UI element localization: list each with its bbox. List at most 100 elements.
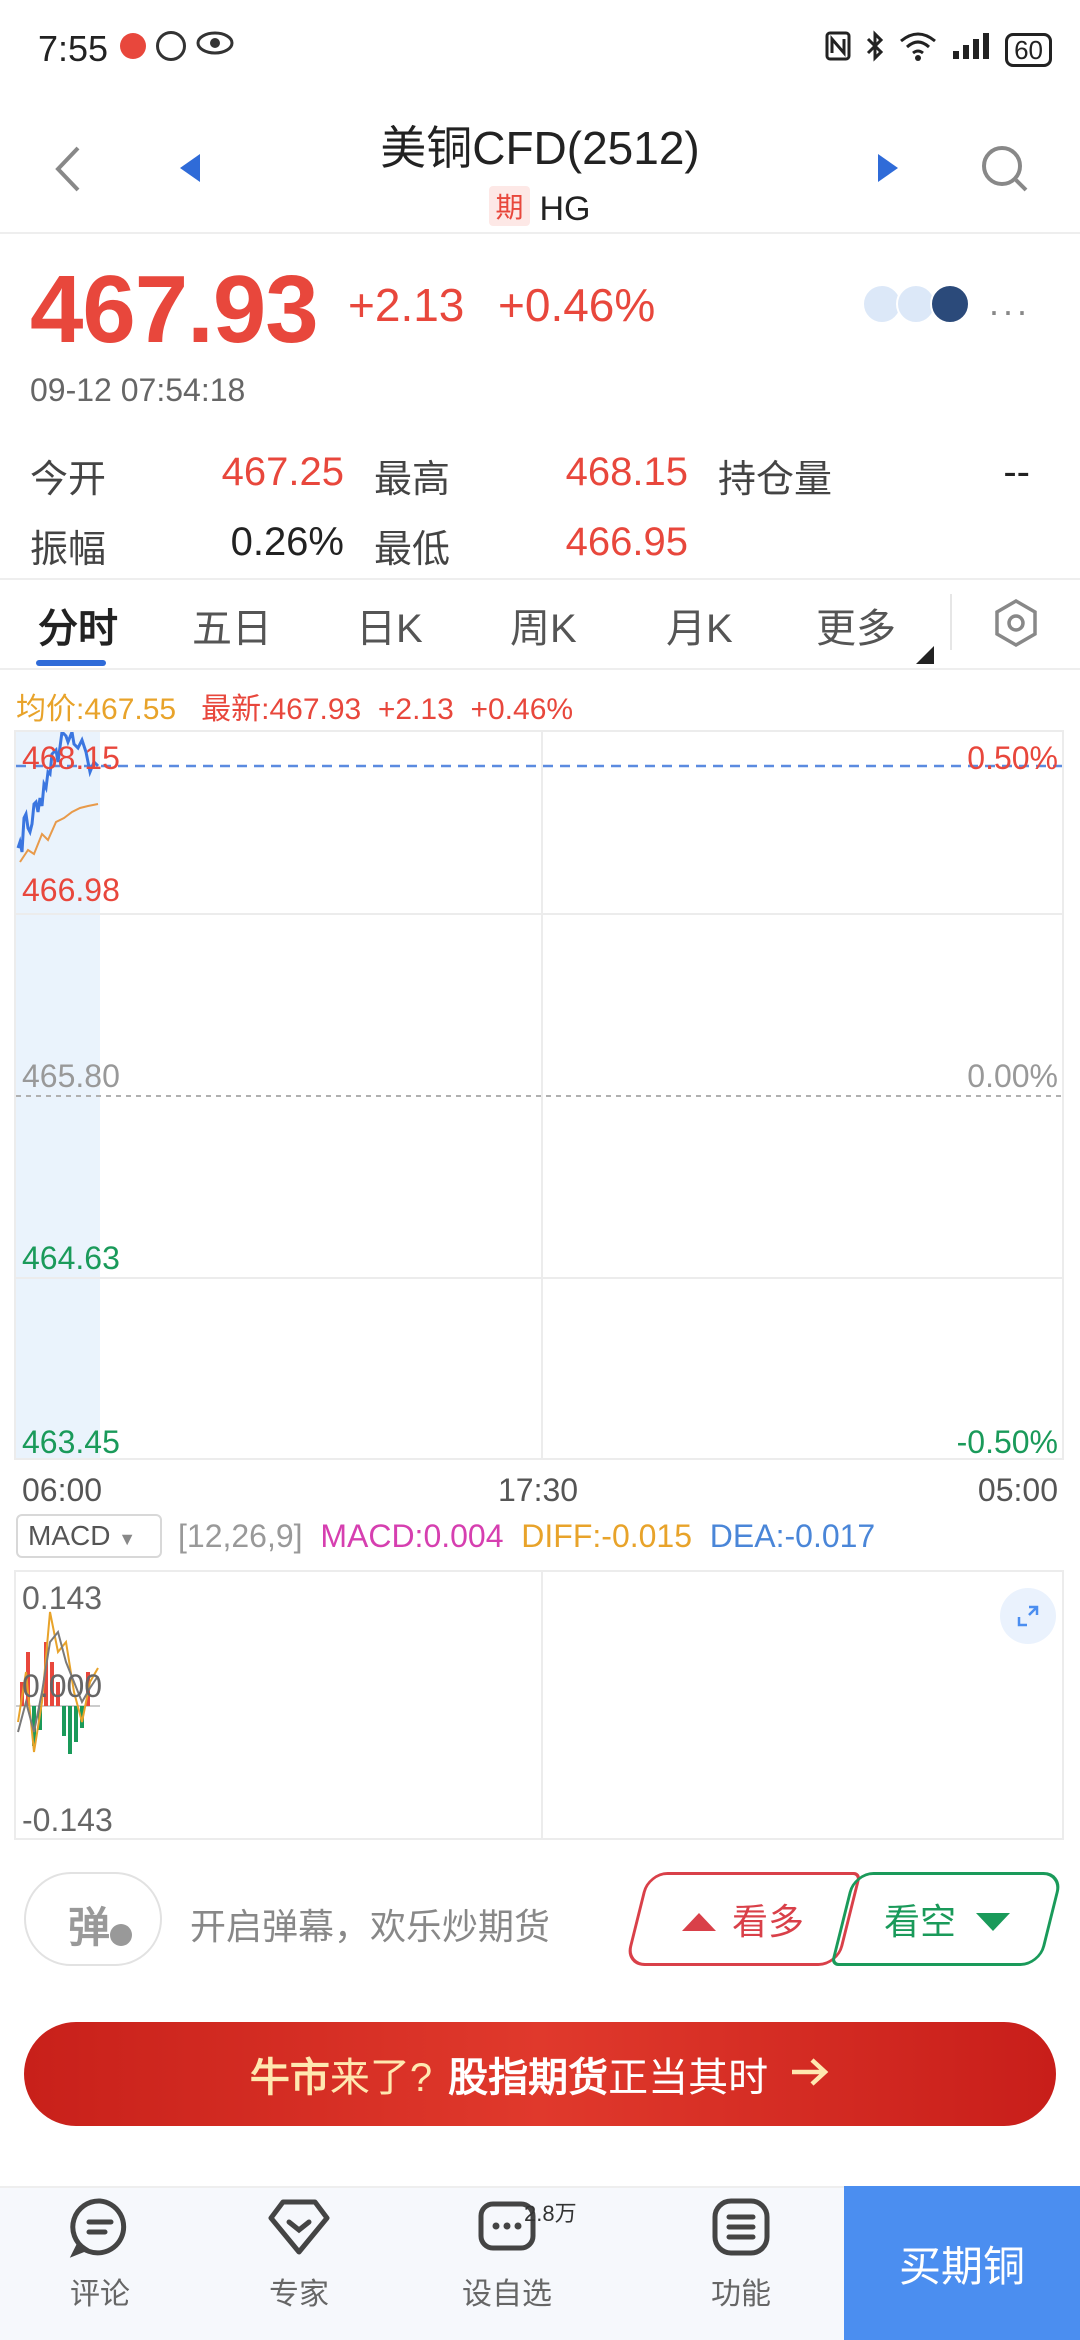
amplitude-value: 0.26% — [230, 520, 344, 564]
search-icon[interactable] — [980, 144, 1030, 199]
high-value: 468.15 — [565, 450, 688, 494]
tab-weekly-k[interactable]: 周K — [510, 596, 577, 654]
wifi-icon — [899, 31, 937, 68]
y-axis-label-low: 463.45 — [22, 1424, 120, 1460]
x-axis-label-start: 06:00 — [22, 1472, 103, 1508]
nav-expert[interactable]: 专家 — [224, 2196, 374, 2313]
bearish-label: 看空 — [883, 1901, 956, 1942]
high-label: 最高 — [374, 459, 451, 501]
contract-code: 期 HG — [0, 186, 1080, 229]
macd-y-label-low: -0.143 — [22, 1802, 113, 1838]
signal-icon — [951, 31, 991, 68]
tab-divider — [950, 594, 952, 650]
notification-icons — [120, 30, 234, 61]
nfc-notification-icon — [156, 30, 186, 61]
nav-expert-label: 专家 — [269, 2278, 329, 2311]
quote-divider — [0, 578, 1080, 580]
danmu-off-icon — [110, 1924, 132, 1946]
chevron-down-icon: ▼ — [118, 1529, 137, 1549]
bullish-label: 看多 — [731, 1901, 804, 1942]
pct-axis-label-high: 0.50% — [967, 740, 1058, 776]
page-title: 美铜CFD(2512) — [380, 122, 700, 174]
price-change-pct: +0.46% — [498, 279, 656, 331]
dea-value: DEA:-0.017 — [709, 1518, 876, 1554]
banner-text-3: 股指期货 — [448, 2056, 609, 2100]
chart-legend: 均价:467.55 最新:467.93 +2.13 +0.46% — [16, 684, 573, 728]
open-interest-value: -- — [1003, 450, 1030, 494]
status-time: 7:55 — [38, 28, 109, 69]
tab-more[interactable]: 更多 — [816, 596, 896, 654]
quote-time: 09-12 07:54:18 — [30, 372, 246, 408]
eye-icon — [196, 30, 234, 61]
arrow-right-icon — [790, 2052, 830, 2097]
x-axis-label-mid: 17:30 — [498, 1472, 579, 1508]
header-divider — [0, 232, 1080, 234]
system-status-icons: 60 — [825, 30, 1052, 69]
app-notification-icon — [120, 32, 146, 59]
legend-latest: 最新:467.93 — [201, 693, 362, 726]
tab-daily-k[interactable]: 日K — [356, 596, 423, 654]
indicator-label: MACD — [28, 1520, 111, 1551]
open-value: 467.25 — [221, 450, 344, 494]
nav-watch-label: 设自选 — [462, 2278, 552, 2311]
tab-intraday[interactable]: 分时 — [38, 596, 118, 654]
next-contract-icon[interactable] — [876, 152, 900, 189]
legend-avg-price: 均价:467.55 — [16, 693, 177, 726]
indicator-selector[interactable]: MACD ▼ — [16, 1514, 162, 1558]
social-avatars[interactable] — [862, 284, 970, 324]
banner-text-2: 来了? — [329, 2056, 433, 2100]
comment-icon — [69, 2196, 131, 2263]
more-dropdown-icon — [916, 646, 934, 669]
menu-icon — [710, 2196, 772, 2263]
macd-chart[interactable] — [14, 1570, 1064, 1840]
y-axis-label-high: 468.15 — [22, 740, 120, 776]
nfc-icon — [825, 31, 851, 68]
battery-indicator: 60 — [1005, 32, 1052, 67]
macd-y-label-high: 0.143 — [22, 1580, 103, 1616]
open-label: 今开 — [30, 459, 107, 501]
bluetooth-icon — [865, 30, 885, 69]
open-interest-label: 持仓量 — [718, 459, 833, 501]
pct-axis-label-low: -0.50% — [956, 1424, 1058, 1460]
triangle-up-icon — [681, 1898, 716, 1940]
nav-func-label: 功能 — [711, 2278, 771, 2311]
bullish-button[interactable]: 看多 — [624, 1872, 862, 1966]
last-price: 467.93 — [30, 256, 319, 363]
tab-monthly-k[interactable]: 月K — [666, 596, 733, 654]
triangle-down-icon — [976, 1898, 1010, 1940]
macd-y-label-mid: 0.000 — [22, 1668, 103, 1704]
nav-comment[interactable]: 评论 — [25, 2196, 175, 2313]
intraday-chart[interactable] — [14, 730, 1064, 1460]
price-change: +2.13 — [348, 279, 465, 331]
banner-text-4: 正当其时 — [608, 2056, 769, 2100]
futures-tag: 期 — [489, 186, 530, 226]
diff-value: DIFF:-0.015 — [521, 1518, 693, 1554]
nav-functions[interactable]: 功能 — [666, 2196, 816, 2313]
active-tab-indicator — [36, 660, 106, 666]
tabs-divider — [0, 668, 1080, 670]
promo-banner[interactable]: 牛市 来了? 股指期货 正当其时 — [24, 2022, 1056, 2126]
low-value: 466.95 — [565, 520, 688, 564]
bearish-button[interactable]: 看空 — [830, 1872, 1064, 1966]
user-avatar — [930, 284, 970, 324]
macd-params: [12,26,9] — [178, 1518, 303, 1554]
danmu-prompt: 开启弹幕，欢乐炒期货 — [190, 1906, 551, 1947]
y-axis-label-mid: 465.80 — [22, 1058, 120, 1094]
nav-comment-label: 评论 — [70, 2278, 130, 2311]
tab-five-day[interactable]: 五日 — [192, 596, 272, 654]
diamond-icon — [267, 2196, 331, 2263]
amplitude-label: 振幅 — [30, 529, 107, 571]
danmu-toggle-button[interactable]: 弹 — [24, 1872, 162, 1966]
chart-settings-icon[interactable] — [992, 598, 1040, 653]
watchlist-count-badge: 2.8万 — [524, 2201, 577, 2226]
x-axis-label-end: 05:00 — [977, 1472, 1058, 1508]
y-axis-label: 466.98 — [22, 872, 120, 908]
macd-legend: [12,26,9] MACD:0.004 DIFF:-0.015 DEA:-0.… — [178, 1518, 875, 1555]
low-label: 最低 — [374, 529, 451, 571]
legend-change-pct: +0.46% — [470, 693, 574, 726]
danmu-toggle-label: 弹 — [68, 1904, 111, 1951]
more-icon[interactable]: ··· — [988, 290, 1030, 332]
buy-copper-button[interactable]: 买期铜 — [844, 2186, 1080, 2340]
expand-icon[interactable] — [1000, 1588, 1056, 1644]
pct-axis-label-mid: 0.00% — [967, 1058, 1058, 1094]
